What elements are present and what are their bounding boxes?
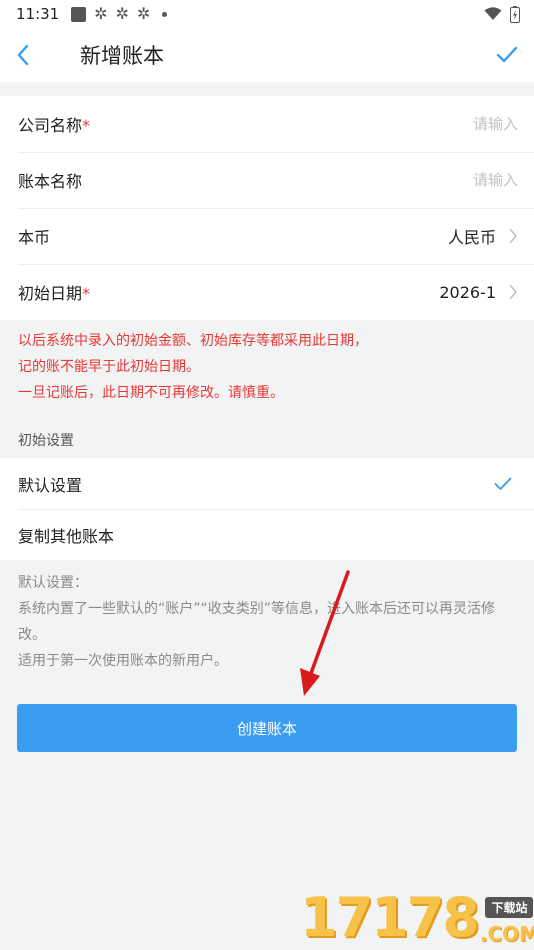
start-date-value: 2026-1 (439, 282, 496, 302)
gear-icon: ✲ (115, 4, 130, 23)
warning-line: 以后系统中录入的初始金额、初始库存等都采用此日期， (18, 333, 368, 349)
check-icon (494, 477, 512, 490)
dot-icon (162, 11, 168, 17)
system-icons (484, 5, 520, 23)
battery-icon (510, 5, 520, 23)
watermark-side: 下载站 .COM (480, 897, 534, 946)
check-icon (496, 46, 518, 63)
watermark-number: 17178 (300, 886, 480, 949)
warning-line: 记的账不能早于此初始日期。 (18, 359, 200, 375)
app-bar: 新增账本 (0, 28, 534, 82)
init-settings-heading: 初始设置 (18, 433, 74, 449)
description-line: 默认设置： (18, 575, 88, 591)
company-name-label: 公司名称* (18, 116, 91, 135)
currency-row[interactable]: 本币 人民币 (0, 208, 534, 264)
book-name-label: 账本名称 (18, 172, 83, 191)
description-line: 系统内置了一些默认的“账户”“收支类别”等信息，进入账本后还可以再灵活修 (18, 601, 496, 617)
site-watermark: 17178 下载站 .COM (300, 886, 534, 949)
confirm-button[interactable] (488, 35, 518, 75)
back-button[interactable] (16, 35, 46, 75)
annotation-arrow-icon (300, 570, 350, 696)
warning-line: 一旦记账后，此日期不可再修改。请慎重。 (18, 385, 284, 401)
chevron-right-icon (509, 284, 517, 300)
create-book-button[interactable]: 创建账本 (17, 704, 517, 752)
option-copy-other-book[interactable]: 复制其他账本 (0, 509, 534, 560)
description-line: 适用于第一次使用账本的新用户。 (18, 653, 228, 669)
option-default-settings[interactable]: 默认设置 (0, 458, 534, 509)
company-name-row[interactable]: 公司名称* (0, 96, 534, 152)
option-label: 复制其他账本 (18, 526, 115, 546)
account-form: 公司名称* 账本名称 本币 人民币 初始日期* 2026-1 (0, 96, 534, 320)
init-settings-options: 默认设置 复制其他账本 (0, 458, 534, 560)
currency-label: 本币 (18, 228, 51, 247)
description-line: 改。 (18, 627, 46, 643)
watermark-suffix: .COM (479, 922, 534, 946)
company-name-input[interactable] (358, 115, 518, 133)
chevron-left-icon (17, 44, 29, 66)
required-mark: * (82, 116, 91, 135)
required-mark: * (82, 284, 91, 303)
gear-icon: ✲ (94, 4, 108, 23)
status-time: 11:31 (16, 5, 60, 23)
status-bar: 11:31 ✲ ✲ ✲ (0, 0, 534, 28)
watermark-badge: 下载站 (485, 897, 534, 918)
start-date-row[interactable]: 初始日期* 2026-1 (0, 264, 534, 320)
book-name-input[interactable] (358, 171, 518, 189)
settings-description: 默认设置： 系统内置了一些默认的“账户”“收支类别”等信息，进入账本后还可以再灵… (0, 560, 534, 674)
book-name-row[interactable]: 账本名称 (0, 152, 534, 208)
option-label: 默认设置 (18, 475, 83, 495)
photo-icon (71, 6, 87, 22)
wifi-icon (484, 7, 502, 20)
currency-value: 人民币 (447, 228, 496, 247)
notification-icons: ✲ ✲ ✲ (71, 4, 168, 23)
chevron-right-icon (509, 228, 517, 244)
page-title: 新增账本 (80, 44, 164, 68)
gear-icon: ✲ (137, 4, 151, 23)
date-warning: 以后系统中录入的初始金额、初始库存等都采用此日期， 记的账不能早于此初始日期。 … (0, 320, 534, 416)
start-date-label: 初始日期* (18, 284, 91, 303)
